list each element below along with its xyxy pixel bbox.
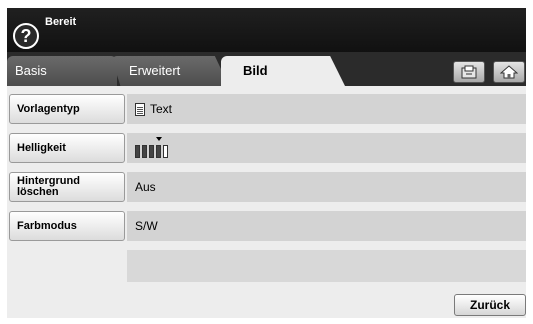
back-button[interactable]: Zurück [454,294,526,316]
brightness-bar [156,145,161,158]
copy-button[interactable] [453,61,485,83]
vorlagentyp-button[interactable]: Vorlagentyp [9,94,125,124]
home-button[interactable] [493,61,525,83]
brightness-level-indicator [135,137,170,158]
vorlagentyp-value[interactable]: Text [127,94,526,124]
tab-bar: Basis Erweitert Bild [7,52,526,86]
status-bar: ? Bereit [7,8,526,52]
copy-icon [461,65,477,79]
brightness-bar [135,145,140,158]
helligkeit-value[interactable] [127,133,526,163]
status-text: Bereit [45,16,77,28]
home-icon [500,65,518,79]
farbmodus-value[interactable]: S/W [127,211,526,241]
brightness-bar [149,145,154,158]
brightness-bar [163,145,168,158]
document-icon [135,102,145,116]
brightness-marker [155,137,162,141]
tab-bild[interactable]: Bild [221,56,345,86]
helligkeit-button[interactable]: Helligkeit [9,133,125,163]
help-icon[interactable]: ? [13,23,39,49]
tab-basis[interactable]: Basis [7,56,117,86]
farbmodus-button[interactable]: Farbmodus [9,211,125,241]
empty-row [127,250,526,282]
hintergrund-loeschen-button[interactable]: Hintergrund löschen [9,172,125,202]
brightness-bar [142,145,147,158]
hintergrund-loeschen-value[interactable]: Aus [127,172,526,202]
vorlagentyp-value-text: Text [150,102,173,116]
copier-screen: ? Bereit Basis Erweitert Bild Vorlagenty… [7,8,526,318]
tab-erweitert[interactable]: Erweitert [111,56,229,86]
